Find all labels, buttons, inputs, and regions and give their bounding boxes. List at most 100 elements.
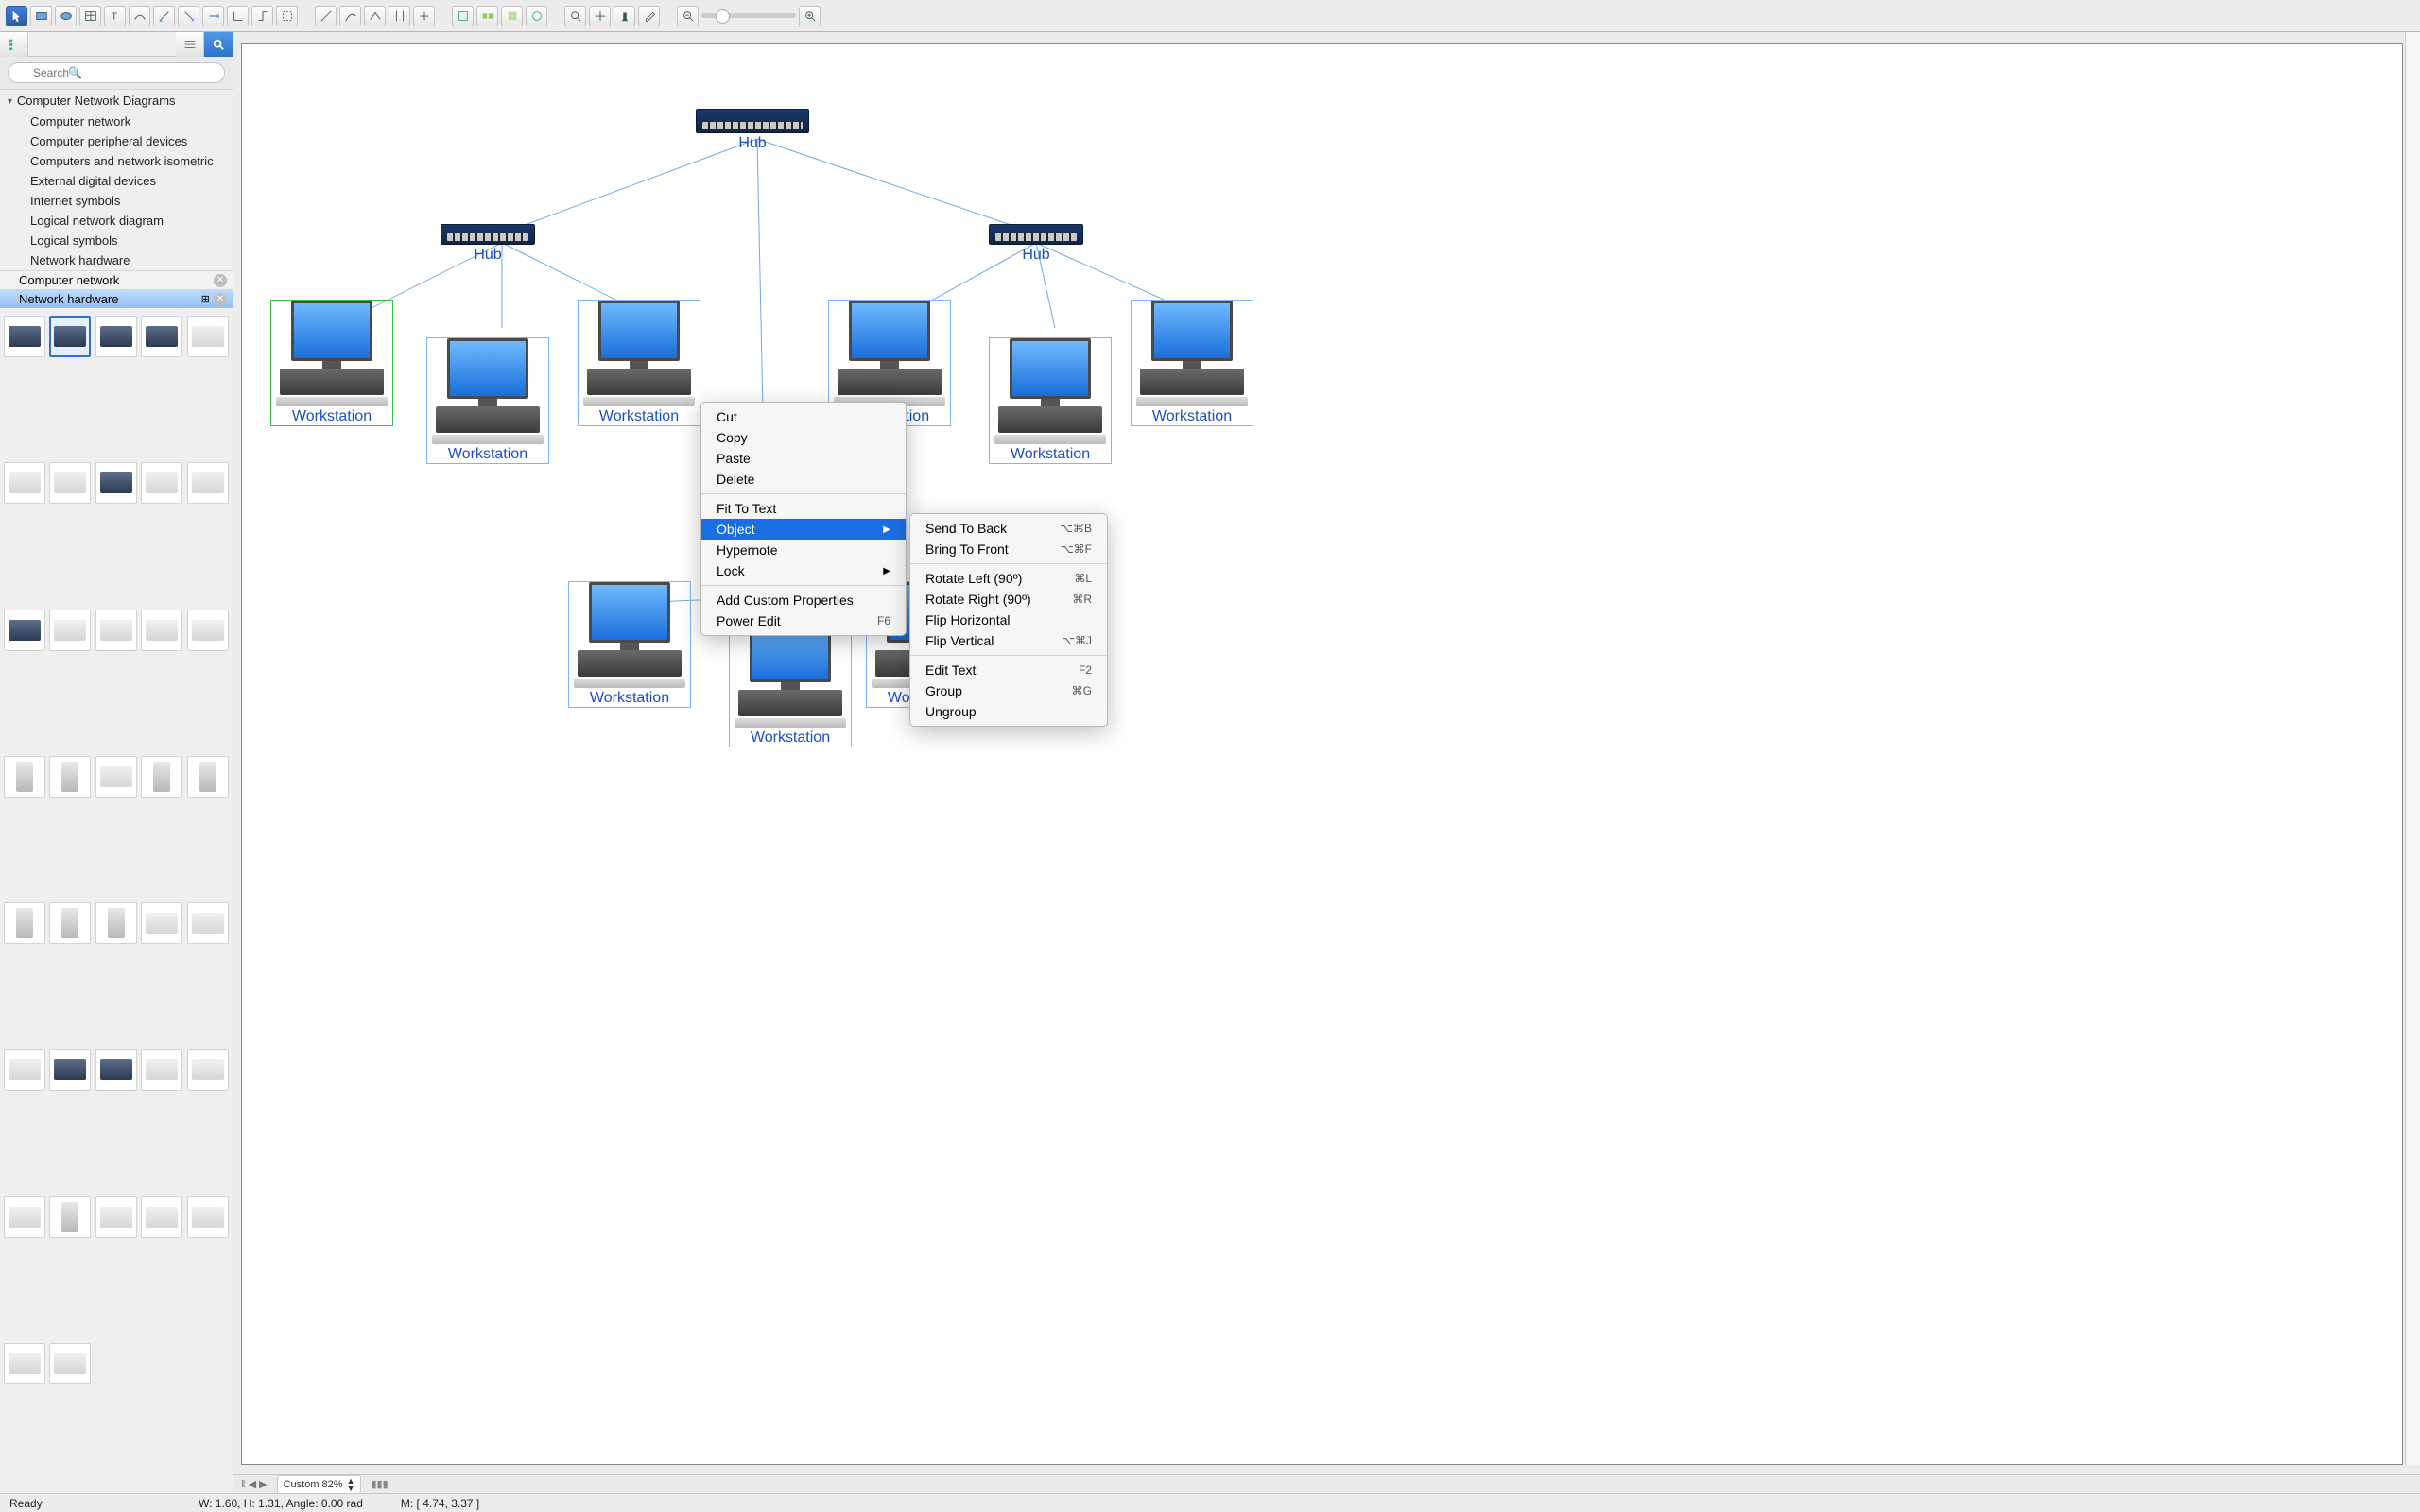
line-tool-1[interactable] <box>315 6 337 26</box>
vertical-scrollbar[interactable] <box>2405 32 2420 1465</box>
workstation-node[interactable]: Workstation <box>989 337 1112 464</box>
menu-item-edit-text[interactable]: Edit TextF2 <box>910 660 1107 680</box>
shape-thumb[interactable] <box>187 1196 229 1238</box>
menu-item-paste[interactable]: Paste <box>701 448 906 469</box>
bezier-tool[interactable] <box>129 6 150 26</box>
zoom-tool[interactable] <box>564 6 586 26</box>
edit-tool-2[interactable] <box>476 6 498 26</box>
shape-thumb[interactable] <box>49 462 91 504</box>
workstation-node[interactable]: Workstation <box>270 300 393 426</box>
shape-thumb[interactable] <box>141 756 182 798</box>
shape-thumb[interactable] <box>95 902 137 944</box>
panel-tab-tree-icon[interactable] <box>0 32 28 57</box>
shape-thumb[interactable] <box>4 462 45 504</box>
menu-item-flip-vertical[interactable]: Flip Vertical⌥⌘J <box>910 630 1107 651</box>
workstation-node[interactable]: Workstation <box>568 581 691 708</box>
rect-tool[interactable] <box>30 6 52 26</box>
shape-thumb[interactable] <box>4 610 45 651</box>
panel-tab-search-icon[interactable] <box>204 32 233 57</box>
shape-thumb[interactable] <box>187 1049 229 1091</box>
tree-category[interactable]: ▼ Computer Network Diagrams <box>0 90 233 112</box>
shape-thumb[interactable] <box>49 1049 91 1091</box>
hub-node[interactable]: Hub <box>696 109 809 152</box>
shape-thumb[interactable] <box>141 1196 182 1238</box>
conn-tool-6[interactable] <box>276 6 298 26</box>
workstation-node[interactable]: Workstation <box>426 337 549 464</box>
shape-thumb[interactable] <box>141 610 182 651</box>
table-tool[interactable] <box>79 6 101 26</box>
shape-thumb[interactable] <box>4 756 45 798</box>
eyedrop-tool[interactable] <box>638 6 660 26</box>
tree-item[interactable]: Logical symbols <box>0 231 233 250</box>
grid-view-icon[interactable]: ⊞ <box>201 293 210 305</box>
pan-tool[interactable] <box>589 6 611 26</box>
shape-thumb[interactable] <box>95 1196 137 1238</box>
menu-item-ungroup[interactable]: Ungroup <box>910 701 1107 722</box>
edit-tool-1[interactable] <box>452 6 474 26</box>
tree-item[interactable]: Network hardware <box>0 250 233 270</box>
close-icon[interactable]: ✕ <box>214 293 227 306</box>
search-input[interactable] <box>8 62 225 83</box>
open-library[interactable]: Computer network ✕ <box>0 270 233 289</box>
shape-thumb[interactable] <box>49 756 91 798</box>
zoom-slider[interactable] <box>701 13 796 18</box>
conn-tool-4[interactable] <box>227 6 249 26</box>
shape-thumb[interactable] <box>95 610 137 651</box>
workstation-node[interactable]: Workstation <box>578 300 700 426</box>
shape-thumb[interactable] <box>4 902 45 944</box>
conn-tool-3[interactable] <box>202 6 224 26</box>
text-tool[interactable]: T <box>104 6 126 26</box>
canvas[interactable]: Hub Hub Hub Workstation Workstation <box>241 43 2403 1465</box>
line-tool-5[interactable] <box>413 6 435 26</box>
conn-tool-1[interactable] <box>153 6 175 26</box>
edit-tool-4[interactable] <box>526 6 547 26</box>
shape-thumb[interactable] <box>187 462 229 504</box>
shape-thumb[interactable] <box>141 316 182 357</box>
tree-item[interactable]: External digital devices <box>0 171 233 191</box>
tree-item[interactable]: Computer peripheral devices <box>0 131 233 151</box>
shape-thumb[interactable] <box>49 316 91 357</box>
shape-thumb[interactable] <box>187 610 229 651</box>
workstation-node[interactable]: Workstation <box>1131 300 1253 426</box>
tree-item[interactable]: Internet symbols <box>0 191 233 211</box>
menu-item-power-edit[interactable]: Power EditF6 <box>701 610 906 631</box>
tree-item[interactable]: Computer network <box>0 112 233 131</box>
menu-item-send-to-back[interactable]: Send To Back⌥⌘B <box>910 518 1107 539</box>
shape-thumb[interactable] <box>141 1049 182 1091</box>
page-tabs[interactable]: ▮▮▮ <box>371 1478 388 1490</box>
shape-thumb[interactable] <box>4 1049 45 1091</box>
shape-thumb[interactable] <box>4 1196 45 1238</box>
tree-item[interactable]: Computers and network isometric <box>0 151 233 171</box>
panel-tab-list-icon[interactable] <box>176 32 204 57</box>
menu-item-hypernote[interactable]: Hypernote <box>701 540 906 560</box>
menu-item-lock[interactable]: Lock▶ <box>701 560 906 581</box>
menu-item-delete[interactable]: Delete <box>701 469 906 490</box>
menu-item-object[interactable]: Object▶ <box>701 519 906 540</box>
shape-thumb[interactable] <box>141 902 182 944</box>
shape-thumb[interactable] <box>49 610 91 651</box>
line-tool-4[interactable] <box>389 6 410 26</box>
shape-thumb[interactable] <box>187 316 229 357</box>
conn-tool-5[interactable] <box>251 6 273 26</box>
edit-tool-3[interactable] <box>501 6 523 26</box>
shape-thumb[interactable] <box>95 462 137 504</box>
workstation-node[interactable]: Workstation <box>729 621 852 747</box>
shape-thumb[interactable] <box>49 902 91 944</box>
tree-item[interactable]: Logical network diagram <box>0 211 233 231</box>
shape-thumb[interactable] <box>187 902 229 944</box>
shape-thumb[interactable] <box>4 1343 45 1384</box>
menu-item-cut[interactable]: Cut <box>701 406 906 427</box>
ellipse-tool[interactable] <box>55 6 77 26</box>
menu-item-rotate-right[interactable]: Rotate Right (90º)⌘R <box>910 589 1107 610</box>
menu-item-rotate-left[interactable]: Rotate Left (90º)⌘L <box>910 568 1107 589</box>
hub-node[interactable]: Hub <box>989 224 1083 264</box>
hub-node[interactable]: Hub <box>441 224 535 264</box>
page-nav-icon[interactable]: ‖ ◀ ▶ <box>241 1478 268 1490</box>
close-icon[interactable]: ✕ <box>214 274 227 287</box>
shape-thumb[interactable] <box>4 316 45 357</box>
shape-thumb[interactable] <box>187 756 229 798</box>
stamp-tool[interactable] <box>614 6 635 26</box>
zoom-out-icon[interactable] <box>677 6 699 26</box>
menu-item-add-custom-properties[interactable]: Add Custom Properties <box>701 590 906 610</box>
pointer-tool[interactable] <box>6 6 27 26</box>
